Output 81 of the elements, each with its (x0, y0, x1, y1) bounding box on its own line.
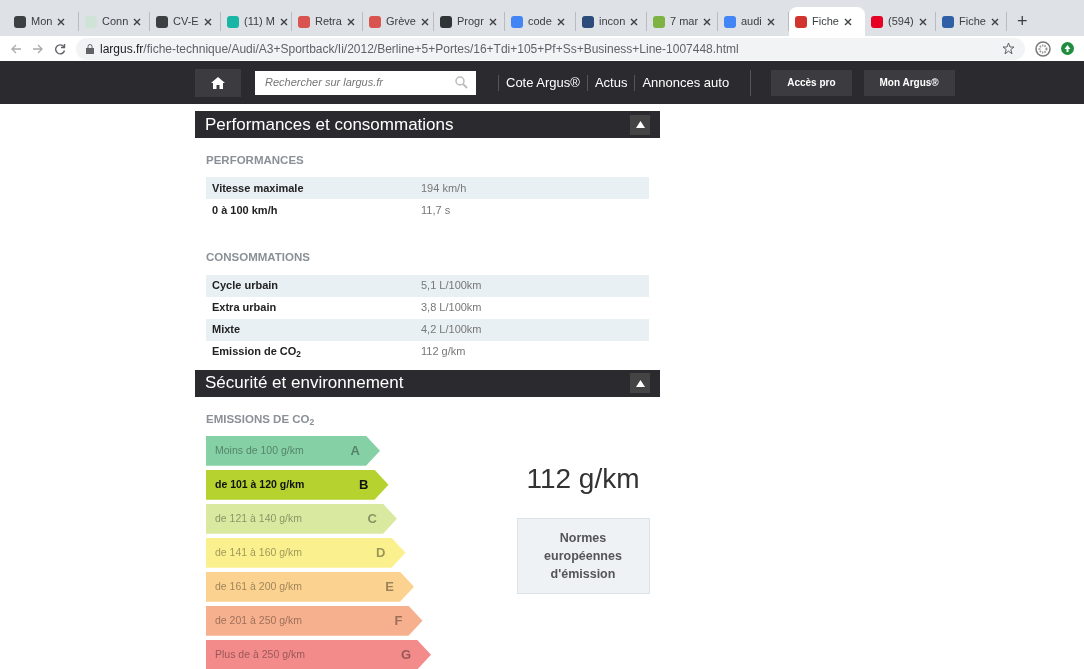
close-icon[interactable] (57, 17, 66, 26)
spec-label: 0 à 100 km/h (211, 203, 279, 218)
norms-button[interactable]: Normes européennes d'émission (516, 517, 650, 594)
nav-link[interactable]: Actus (586, 74, 635, 91)
close-icon[interactable] (843, 17, 852, 26)
home-button[interactable] (195, 68, 241, 97)
caret-up-icon (635, 379, 645, 387)
new-tab-button[interactable]: + (1007, 7, 1038, 36)
spec-value: 194 km/h (421, 181, 467, 196)
close-icon[interactable] (918, 17, 927, 26)
star-icon[interactable] (1002, 42, 1015, 55)
collapse-button[interactable] (630, 114, 650, 135)
spec-value: 11,7 s (421, 203, 451, 218)
browser-tab[interactable]: audi (718, 12, 789, 31)
class-letter: A (350, 442, 360, 460)
browser-tab[interactable]: (11) M (221, 12, 292, 31)
emission-value: 112 g/km (525, 461, 641, 496)
spec-value: 5,1 L/100km (421, 278, 482, 294)
home-icon (211, 76, 225, 89)
class-range: de 141 à 160 g/km (215, 544, 302, 560)
close-icon[interactable] (556, 17, 565, 26)
close-icon[interactable] (703, 17, 712, 26)
class-letter: D (376, 544, 386, 562)
browser-tab[interactable]: Grève (363, 12, 434, 31)
close-icon[interactable] (766, 17, 775, 26)
extension-icon[interactable] (1061, 42, 1074, 55)
section-title: Performances et consommations (205, 113, 454, 136)
class-range: Plus de à 250 g/km (215, 646, 305, 662)
spec-value: 112 g/km (421, 344, 466, 360)
browser-tab[interactable]: Conn (79, 12, 150, 31)
reload-icon[interactable] (54, 42, 66, 55)
lock-icon (86, 43, 94, 54)
close-icon[interactable] (346, 17, 355, 26)
close-icon[interactable] (133, 17, 142, 26)
browser-tab[interactable]: incon (576, 12, 647, 31)
section-title: Sécurité et environnement (205, 372, 404, 395)
class-range: de 161 à 200 g/km (215, 578, 302, 594)
class-range: Moins de 100 g/km (215, 442, 304, 458)
class-letter: F (394, 612, 403, 630)
spec-value: 4,2 L/100km (421, 322, 482, 338)
class-letter: B (359, 476, 369, 494)
nav-button[interactable]: Mon Argus® (863, 69, 955, 96)
nav-button[interactable]: Accès pro (771, 69, 852, 96)
spec-label: Extra urbain (211, 300, 278, 316)
browser-tab[interactable]: Mon (8, 12, 79, 31)
search-field[interactable]: Rechercher sur largus.fr (255, 70, 476, 95)
browser-tab[interactable]: Progr (434, 12, 505, 31)
close-icon[interactable] (279, 17, 288, 26)
browser-tab[interactable]: Retra (292, 12, 363, 31)
class-range: de 121 à 140 g/km (215, 510, 302, 526)
close-icon[interactable] (990, 17, 999, 26)
close-icon[interactable] (203, 17, 212, 26)
class-letter: G (400, 646, 411, 664)
browser-tab[interactable]: (594) (865, 12, 936, 31)
caret-up-icon (635, 121, 645, 128)
browser-tab[interactable]: 7 mar (647, 12, 718, 31)
browser-tab[interactable]: code (505, 12, 576, 31)
spec-label: Cycle urbain (211, 278, 280, 294)
url-text: largus.fr/fiche-technique/Audi/A3+Sportback/Ii/2012/Berline+5+Portes/16+Tdi+105+Pf+Ss+Business+Line-1007448.html (100, 40, 739, 58)
browser-tab[interactable]: CV-E (150, 12, 221, 31)
browser-tab[interactable]: Fiche (936, 12, 1007, 31)
browser-tab[interactable]: Fiche (789, 7, 865, 36)
nav-link[interactable]: Annonces auto (634, 74, 737, 91)
group-heading: EMISSIONS DE CO$_{2}$ (206, 411, 316, 428)
spec-label: Emission de CO$_{2}$ (211, 344, 302, 360)
close-icon[interactable] (488, 17, 497, 26)
class-letter: C (367, 510, 377, 528)
spec-label: Vitesse maximale (211, 181, 305, 196)
class-range: de 101 à 120 g/km (215, 476, 305, 492)
class-letter: E (385, 578, 394, 596)
nav-link[interactable]: Cote Argus® (498, 74, 587, 91)
close-icon[interactable] (630, 17, 639, 26)
class-range: de 201 à 250 g/km (215, 612, 302, 628)
spec-label: Mixte (211, 322, 242, 338)
spec-value: 3,8 L/100km (421, 300, 482, 316)
address-bar[interactable]: largus.fr/fiche-technique/Audi/A3+Sportback/Ii/2012/Berline+5+Portes/16+Tdi+105+Pf+Ss+Business+Line-1007448.html (76, 37, 1025, 60)
group-heading: PERFORMANCES (206, 153, 305, 168)
close-icon[interactable] (420, 17, 429, 26)
extension-icon[interactable] (1035, 40, 1051, 57)
collapse-button[interactable] (630, 373, 650, 393)
group-heading: CONSOMMATIONS (206, 250, 311, 266)
